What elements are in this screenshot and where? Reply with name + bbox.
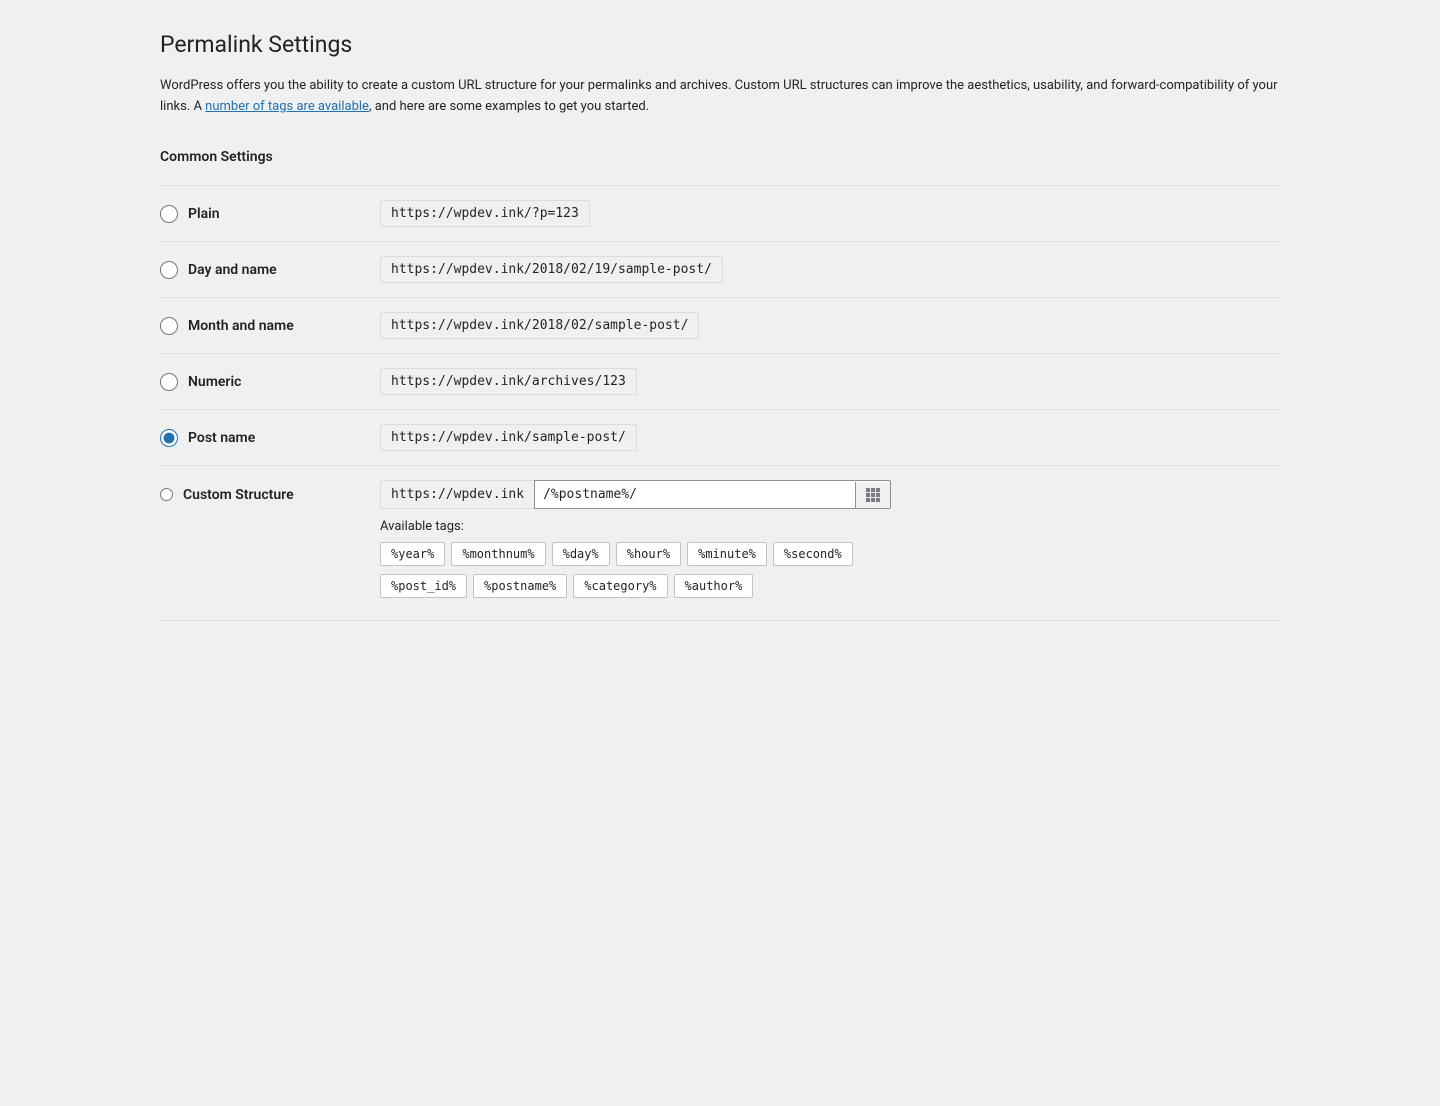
option-plain-text: Plain (188, 206, 220, 222)
common-settings-title: Common Settings (160, 141, 1280, 165)
tag-hour[interactable]: %hour% (616, 542, 681, 566)
custom-url-base: https://wpdev.ink (380, 480, 534, 509)
option-plain-url: https://wpdev.ink/?p=123 (380, 200, 590, 227)
option-numeric-row: Numeric https://wpdev.ink/archives/123 (160, 354, 1280, 410)
description-text-2: , and here are some examples to get you … (369, 99, 649, 114)
page-description: WordPress offers you the ability to crea… (160, 76, 1280, 118)
option-post-name-label[interactable]: Post name (160, 429, 380, 447)
tag-monthnum[interactable]: %monthnum% (451, 542, 545, 566)
option-numeric-label[interactable]: Numeric (160, 373, 380, 391)
tags-grid-button[interactable] (855, 482, 890, 508)
custom-structure-input-wrapper (534, 480, 891, 509)
tag-year[interactable]: %year% (380, 542, 445, 566)
option-month-name-label[interactable]: Month and name (160, 317, 380, 335)
tag-category[interactable]: %category% (573, 574, 667, 598)
tag-author[interactable]: %author% (674, 574, 754, 598)
option-numeric-url: https://wpdev.ink/archives/123 (380, 368, 637, 395)
option-day-name-label[interactable]: Day and name (160, 261, 380, 279)
option-plain-radio[interactable] (160, 205, 178, 223)
option-month-name-text: Month and name (188, 318, 294, 334)
option-month-name-row: Month and name https://wpdev.ink/2018/02… (160, 298, 1280, 354)
tags-row-1: %year% %monthnum% %day% %hour% %minute% … (380, 542, 853, 566)
option-post-name-radio[interactable] (160, 429, 178, 447)
option-plain-row: Plain https://wpdev.ink/?p=123 (160, 185, 1280, 242)
option-post-name-row: Post name https://wpdev.ink/sample-post/ (160, 410, 1280, 466)
grid-icon (866, 488, 880, 502)
option-post-name-url: https://wpdev.ink/sample-post/ (380, 424, 637, 451)
option-custom-structure-text: Custom Structure (183, 487, 294, 503)
option-day-name-text: Day and name (188, 262, 277, 278)
option-numeric-text: Numeric (188, 374, 241, 390)
option-day-name-radio[interactable] (160, 261, 178, 279)
option-month-name-url: https://wpdev.ink/2018/02/sample-post/ (380, 312, 699, 339)
tag-second[interactable]: %second% (773, 542, 853, 566)
custom-structure-top: Custom Structure https://wpdev.ink (160, 480, 891, 509)
option-month-name-radio[interactable] (160, 317, 178, 335)
tags-link[interactable]: number of tags are available (205, 99, 369, 114)
settings-options: Plain https://wpdev.ink/?p=123 Day and n… (160, 185, 1280, 621)
tag-post-id[interactable]: %post_id% (380, 574, 467, 598)
option-day-name-url: https://wpdev.ink/2018/02/19/sample-post… (380, 256, 723, 283)
page-container: Permalink Settings WordPress offers you … (120, 0, 1320, 651)
tag-minute[interactable]: %minute% (687, 542, 767, 566)
option-custom-structure-row: Custom Structure https://wpdev.ink Ava (160, 466, 1280, 621)
page-title: Permalink Settings (160, 30, 1280, 60)
tags-row-2: %post_id% %postname% %category% %author% (380, 574, 853, 598)
option-custom-structure-label[interactable]: Custom Structure (160, 487, 380, 503)
option-plain-label[interactable]: Plain (160, 205, 380, 223)
option-post-name-text: Post name (188, 430, 255, 446)
option-custom-structure-radio[interactable] (160, 488, 173, 501)
option-day-name-row: Day and name https://wpdev.ink/2018/02/1… (160, 242, 1280, 298)
tag-day[interactable]: %day% (552, 542, 610, 566)
custom-structure-input[interactable] (535, 481, 855, 508)
option-numeric-radio[interactable] (160, 373, 178, 391)
tag-postname[interactable]: %postname% (473, 574, 567, 598)
available-tags-label: Available tags: (380, 519, 853, 534)
available-tags-section: Available tags: %year% %monthnum% %day% … (160, 519, 853, 606)
